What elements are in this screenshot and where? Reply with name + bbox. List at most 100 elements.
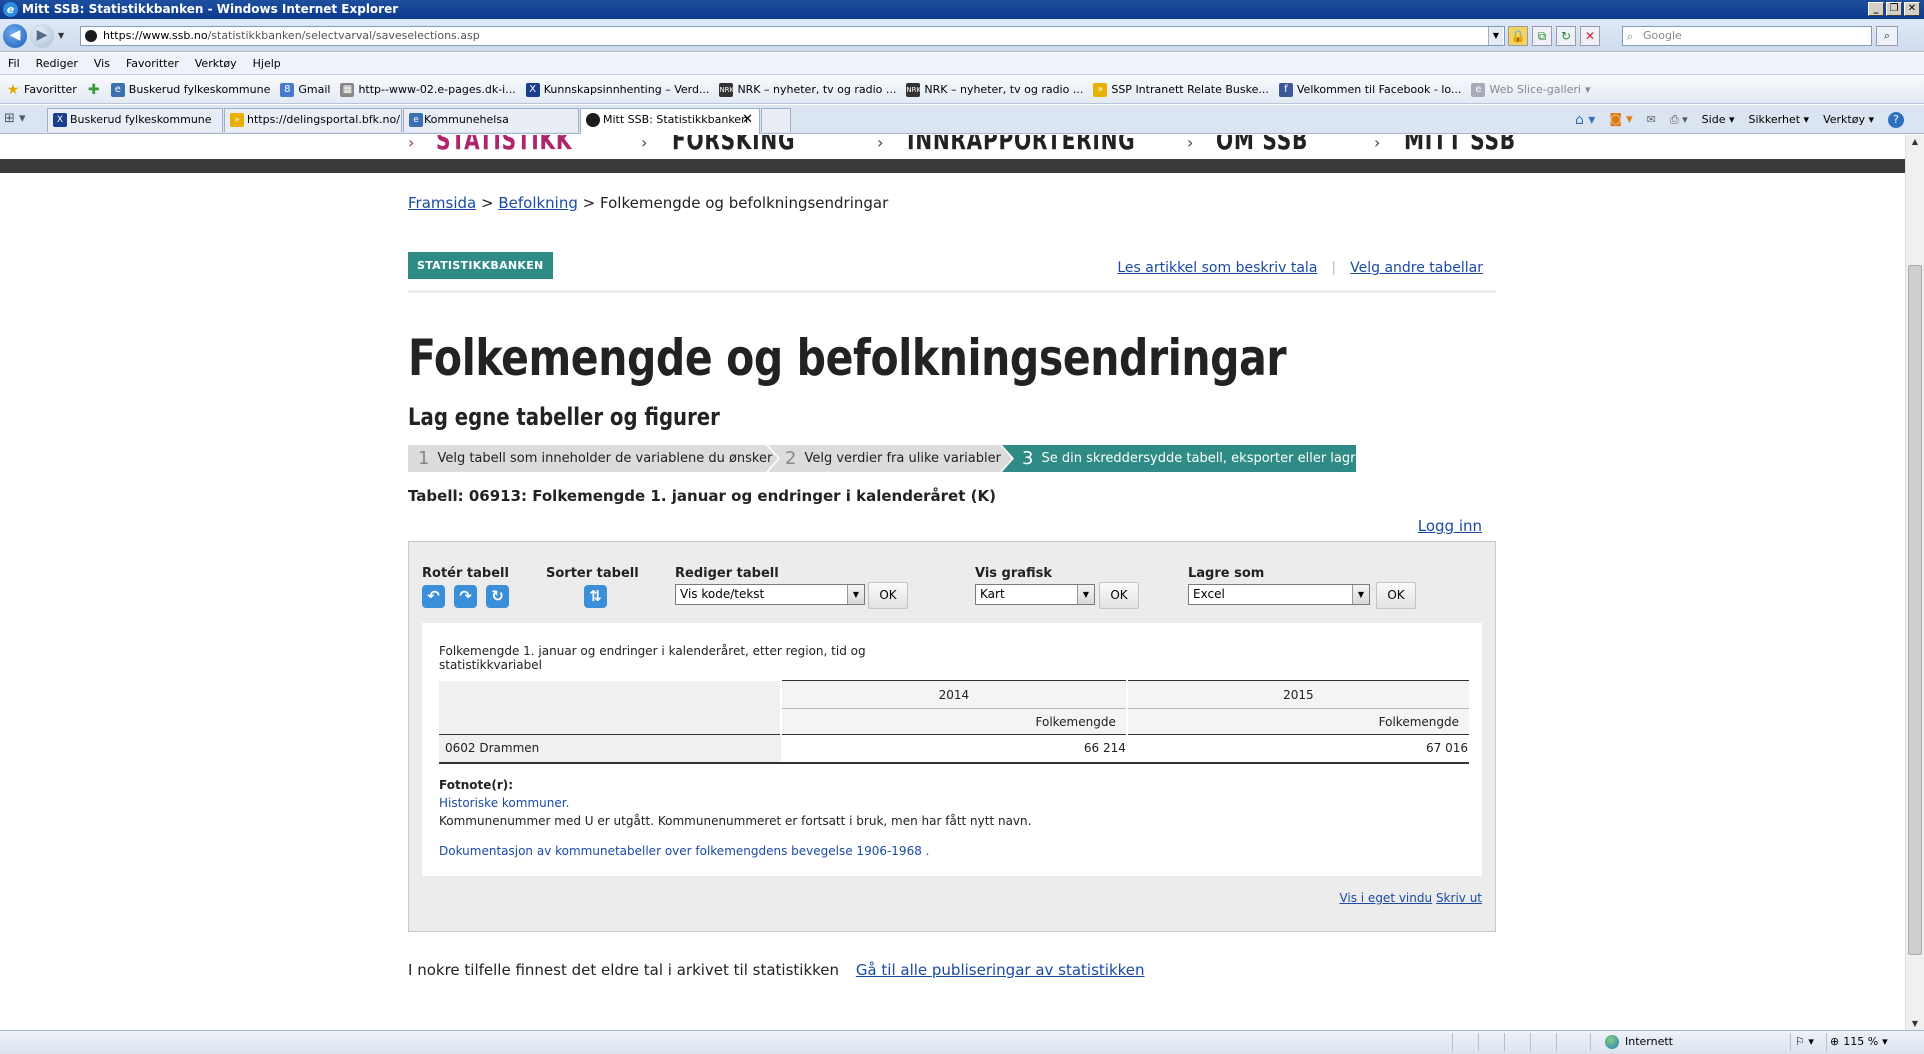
scroll-down-icon[interactable]: ▼	[1909, 1019, 1921, 1028]
table-header-row: 2014 2015	[439, 680, 1469, 735]
add-favorite-button[interactable]: ✚	[87, 83, 101, 97]
rotate-left-icon[interactable]: ↶	[422, 585, 445, 608]
nav-innrapportering[interactable]: INNRAPPORTERING	[907, 135, 1135, 156]
breadcrumb: Framsida > Befolkning > Folkemengde og b…	[408, 194, 1496, 212]
home-icon[interactable]: ⌂ ▾	[1575, 110, 1595, 130]
menu-tools[interactable]: Verktøy	[195, 53, 237, 74]
help-icon[interactable]: ?	[1888, 112, 1904, 128]
search-icon[interactable]: ⌕	[1876, 26, 1898, 46]
open-new-window-link[interactable]: Vis i eget vindu	[1339, 891, 1432, 905]
step-number: 2	[785, 448, 797, 469]
forward-button[interactable]: ▶	[30, 24, 54, 48]
zoom-level: 115 %	[1843, 1035, 1879, 1048]
scrollbar-thumb[interactable]	[1908, 265, 1922, 955]
menu-edit[interactable]: Rediger	[36, 53, 78, 74]
choose-other-tables-link[interactable]: Velg andre tabellar	[1350, 260, 1483, 276]
tab-delingsportal[interactable]: » https://delingsportal.bfk.no/...	[224, 108, 402, 132]
table-row: 0602 Drammen 66 214 67 016	[439, 734, 1469, 764]
tab-ssb-active[interactable]: Mitt SSB: Statistikkbanken ✕	[580, 108, 760, 134]
all-publications-link[interactable]: Gå til alle publiseringar av statistikke…	[856, 961, 1145, 979]
quick-tabs-icon[interactable]: ⊞ ▾	[4, 111, 44, 131]
menu-help[interactable]: Hjelp	[253, 53, 281, 74]
breadcrumb-current: Folkemengde og befolkningsendringar	[600, 194, 889, 212]
recent-pages-dropdown-icon[interactable]: ▼	[58, 31, 64, 40]
refresh-icon[interactable]: ↻	[1556, 26, 1576, 46]
rotate-right-icon[interactable]: ↷	[454, 585, 477, 608]
read-article-link[interactable]: Les artikkel som beskriv tala	[1117, 260, 1317, 276]
fav-link-gmail[interactable]: 8 Gmail	[280, 82, 330, 97]
wizard-step-1[interactable]: 1 Velg tabell som inneholder de variablen…	[418, 445, 772, 472]
menu-view[interactable]: Vis	[94, 53, 110, 74]
url-host: https://www.ssb.no	[103, 29, 208, 42]
address-input[interactable]: https://www.ssb.no/statistikkbanken/sele…	[80, 26, 1505, 46]
safety-menu[interactable]: Sikkerhet ▾	[1749, 110, 1810, 130]
breadcrumb-section-link[interactable]: Befolkning	[498, 194, 578, 212]
rss-icon[interactable]: ◙ ▾	[1609, 110, 1632, 130]
search-input[interactable]: ⌕ Google	[1622, 26, 1872, 46]
zoom-control[interactable]: ⊕ 115 % ▾	[1830, 1031, 1888, 1053]
nav-om-ssb[interactable]: OM SSB	[1216, 135, 1308, 156]
menu-favorites[interactable]: Favoritter	[126, 53, 179, 74]
edit-table-value: Vis kode/tekst	[680, 587, 765, 601]
search-engine-icon: ⌕	[1627, 30, 1634, 43]
wizard-step-2[interactable]: 2 Velg verdier fra ulike variabler	[785, 445, 1001, 472]
back-button[interactable]: ◀	[3, 24, 27, 48]
print-icon[interactable]: ⎙ ▾	[1670, 110, 1688, 130]
breadcrumb-separator: >	[480, 194, 494, 212]
fav-link-buskerud[interactable]: e Buskerud fylkeskommune	[110, 82, 270, 97]
tab-buskerud[interactable]: X Buskerud fylkeskommune	[47, 108, 223, 132]
breadcrumb-separator: >	[582, 194, 596, 212]
save-as-label: Lagre som	[1188, 566, 1265, 581]
table-panel: Rotér tabell ↶ ↷ ↻ Sorter tabell ⇅ Redig…	[408, 541, 1496, 932]
edit-table-select[interactable]: Vis kode/tekst ▼	[675, 584, 865, 605]
tab-kommunehelsa[interactable]: e Kommunehelsa	[403, 108, 579, 132]
restore-button[interactable]: ❐	[1886, 2, 1902, 16]
ie-logo-icon: e	[3, 2, 18, 17]
nrk-icon: NRK	[906, 82, 921, 97]
minimize-button[interactable]: _	[1868, 2, 1884, 16]
fav-web-slice-gallery[interactable]: e Web Slice-galleri ▾	[1471, 82, 1590, 97]
login-link[interactable]: Logg inn	[1418, 517, 1482, 535]
address-toolbar: ◀ ▶ ▼ https://www.ssb.no/statistikkbanke…	[0, 19, 1924, 52]
documentation-link[interactable]: Dokumentasjon av kommunetabeller over fo…	[439, 844, 929, 858]
page-menu-label: Side	[1701, 113, 1726, 126]
tools-menu[interactable]: Verktøy ▾	[1823, 110, 1874, 130]
nav-mitt-ssb[interactable]: MITT SSB	[1404, 135, 1516, 156]
nav-statistikk[interactable]: STATISTIKK	[436, 135, 572, 156]
page-menu[interactable]: Side ▾	[1702, 110, 1735, 130]
mail-icon[interactable]: ✉	[1647, 110, 1656, 130]
chart-ok-button[interactable]: OK	[1099, 582, 1139, 609]
stop-icon[interactable]: ✕	[1580, 26, 1600, 46]
fav-link-epages[interactable]: ▦ http--www-02.e-pages.dk-i...	[340, 82, 516, 97]
scroll-up-icon[interactable]: ▲	[1909, 137, 1921, 146]
new-tab-button[interactable]	[761, 108, 791, 132]
menu-file[interactable]: Fil	[8, 53, 20, 74]
vertical-scrollbar[interactable]: ▲ ▼	[1905, 135, 1924, 1030]
edit-table-ok-button[interactable]: OK	[868, 582, 908, 609]
print-link[interactable]: Skriv ut	[1436, 891, 1482, 905]
rotate-full-icon[interactable]: ↻	[486, 585, 509, 608]
fav-link-kunnskap[interactable]: X Kunnskapsinnhenting – Verd...	[525, 82, 709, 97]
save-ok-button[interactable]: OK	[1376, 582, 1416, 609]
protected-mode-icon[interactable]: ⚐ ▾	[1795, 1031, 1814, 1053]
save-format-select[interactable]: Excel ▼	[1188, 584, 1370, 605]
fav-link-nrk-2[interactable]: NRK NRK – nyheter, tv og radio ...	[906, 82, 1083, 97]
compatibility-icon[interactable]: ⧉	[1532, 26, 1552, 46]
nav-forsking[interactable]: FORSKING	[672, 135, 795, 156]
statistikkbanken-badge: STATISTIKKBANKEN	[408, 252, 553, 279]
fav-link-facebook[interactable]: f Velkommen til Facebook - lo...	[1278, 82, 1461, 97]
tab-favicon-icon	[586, 113, 600, 127]
address-dropdown-icon[interactable]: ▼	[1488, 27, 1503, 45]
historical-municipalities-link[interactable]: Historiske kommuner.	[439, 794, 1031, 812]
close-window-button[interactable]: ✕	[1904, 2, 1920, 16]
breadcrumb-home-link[interactable]: Framsida	[408, 194, 476, 212]
close-tab-icon[interactable]: ✕	[742, 109, 753, 131]
variable-header: Folkemengde	[1125, 708, 1469, 735]
fav-link-ssp[interactable]: » SSP Intranett Relate Buske...	[1093, 82, 1269, 97]
favorites-button[interactable]: ★ Favoritter	[6, 83, 77, 97]
fav-link-nrk-1[interactable]: NRK NRK – nyheter, tv og radio ...	[719, 82, 896, 97]
sort-icon[interactable]: ⇅	[584, 585, 607, 608]
lock-icon[interactable]: 🔒	[1508, 26, 1528, 46]
edit-table-label: Rediger tabell	[675, 566, 779, 581]
chart-type-select[interactable]: Kart ▼	[975, 584, 1095, 605]
